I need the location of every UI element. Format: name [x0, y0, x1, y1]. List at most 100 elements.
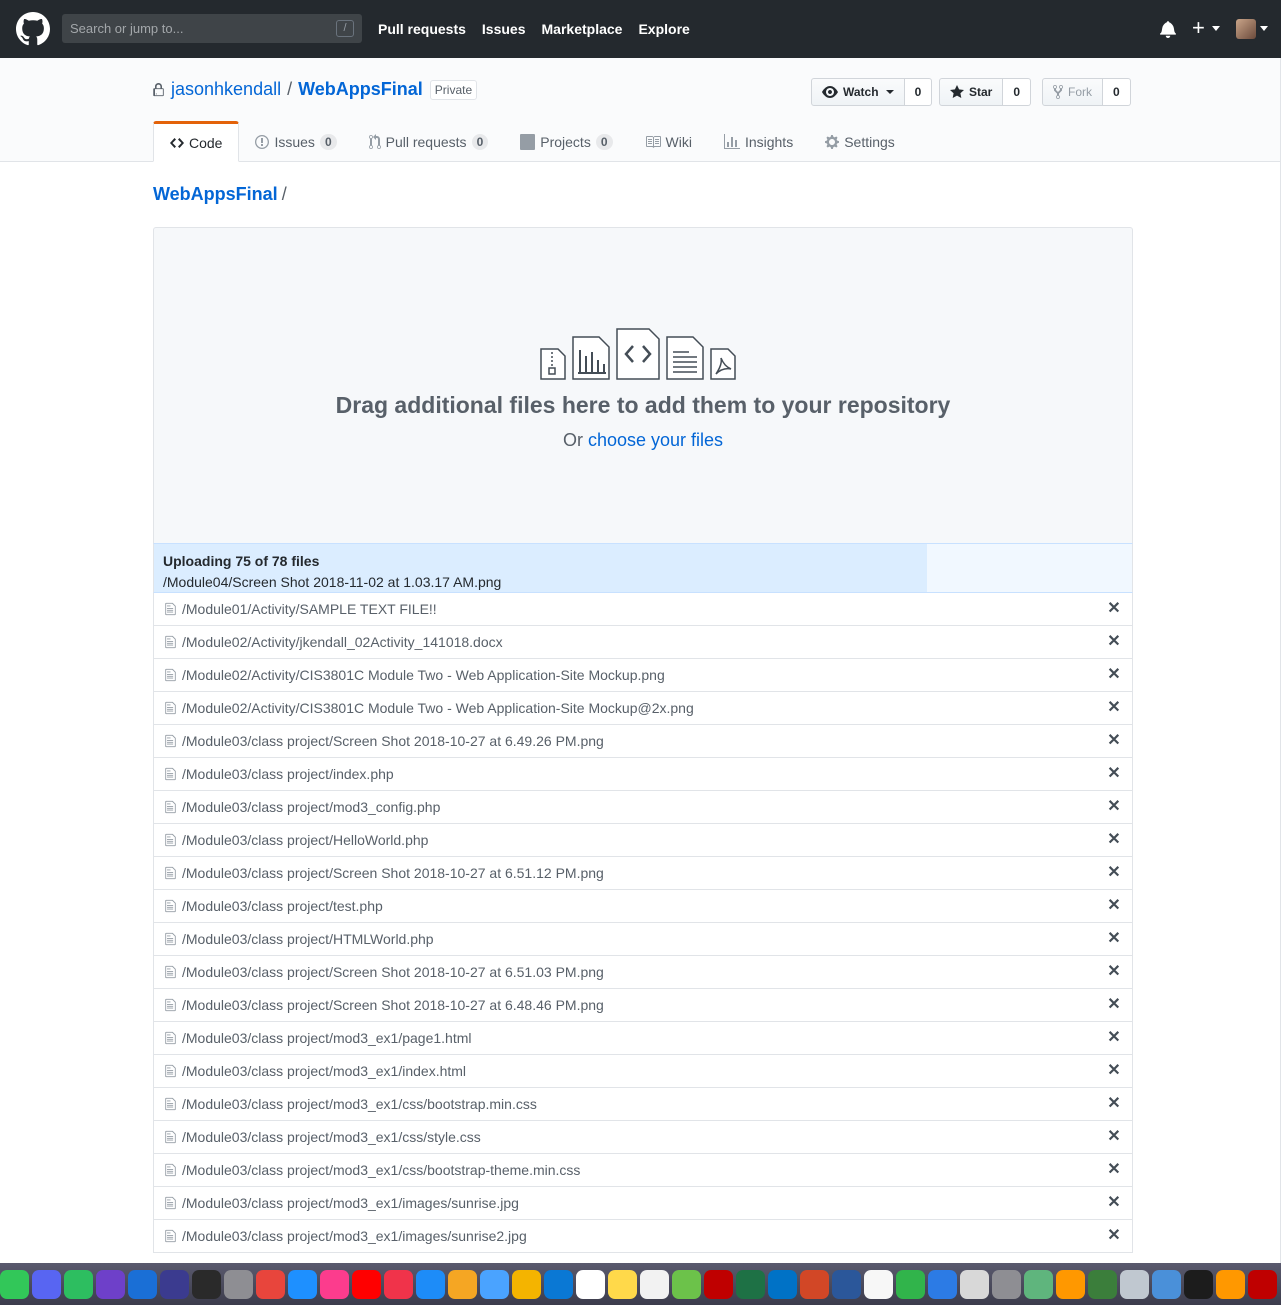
photos-app-icon[interactable] — [448, 1269, 477, 1299]
atom-app-icon[interactable] — [1024, 1269, 1053, 1299]
tab-wiki[interactable]: Wiki — [629, 121, 708, 162]
network-app-icon[interactable] — [1152, 1269, 1181, 1299]
youtube-app-icon[interactable] — [352, 1269, 381, 1299]
nav-explore[interactable]: Explore — [638, 21, 689, 37]
list-item: /Module03/class project/mod3_ex1/css/sty… — [154, 1121, 1132, 1154]
watch-button[interactable]: Watch — [811, 78, 905, 106]
nav-issues[interactable]: Issues — [482, 21, 526, 37]
watch-count[interactable]: 0 — [904, 78, 933, 106]
fork-count[interactable]: 0 — [1103, 78, 1131, 106]
remove-file-icon[interactable]: ✕ — [1106, 1030, 1122, 1046]
safari-app-icon[interactable] — [288, 1269, 317, 1299]
remove-file-icon[interactable]: ✕ — [1106, 700, 1122, 716]
notes-app-icon[interactable] — [608, 1269, 637, 1299]
tab-code[interactable]: Code — [153, 121, 240, 162]
filezilla-pro-app-icon[interactable] — [1248, 1269, 1277, 1299]
remove-file-icon[interactable]: ✕ — [1106, 1096, 1122, 1112]
breadcrumb-separator: / — [281, 184, 287, 204]
list-item: /Module03/class project/mod3_ex1/index.h… — [154, 1055, 1132, 1088]
finder-window-app-icon[interactable] — [1120, 1269, 1149, 1299]
remove-file-icon[interactable]: ✕ — [1106, 1129, 1122, 1145]
remove-file-icon[interactable]: ✕ — [1106, 634, 1122, 650]
star-button[interactable]: Star — [939, 78, 1004, 106]
remove-file-icon[interactable]: ✕ — [1106, 964, 1122, 980]
nav-pull-requests[interactable]: Pull requests — [378, 21, 466, 37]
app-store-app-icon[interactable] — [416, 1269, 445, 1299]
system-preferences-app-icon[interactable] — [992, 1269, 1021, 1299]
tab-insights[interactable]: Insights — [708, 121, 809, 162]
sublime-app-icon[interactable] — [1056, 1269, 1085, 1299]
file-icon — [165, 1229, 176, 1243]
repo-owner-link[interactable]: jasonhkendall — [171, 79, 281, 100]
discord-app-icon[interactable] — [32, 1269, 61, 1299]
remove-file-icon[interactable]: ✕ — [1106, 898, 1122, 914]
remove-file-icon[interactable]: ✕ — [1106, 1162, 1122, 1178]
messenger-app-icon[interactable] — [480, 1269, 509, 1299]
user-avatar[interactable] — [1236, 19, 1256, 39]
file-icon — [165, 635, 176, 649]
keynote-app-icon[interactable] — [928, 1269, 957, 1299]
sublime-text-app-icon[interactable] — [1216, 1269, 1245, 1299]
pdf-file-icon — [710, 348, 736, 380]
textedit-app-icon[interactable] — [864, 1269, 893, 1299]
remove-file-icon[interactable]: ✕ — [1106, 865, 1122, 881]
remove-file-icon[interactable]: ✕ — [1106, 733, 1122, 749]
remove-file-icon[interactable]: ✕ — [1106, 1228, 1122, 1244]
outlook-app-icon[interactable] — [768, 1269, 797, 1299]
breadcrumb-root-link[interactable]: WebAppsFinal — [153, 184, 278, 204]
terminal-app-icon[interactable] — [1184, 1269, 1213, 1299]
file-name: /Module03/class project/mod3_ex1/css/sty… — [182, 1129, 481, 1145]
tab-issues[interactable]: Issues 0 — [239, 121, 352, 162]
preview-app-icon[interactable] — [960, 1269, 989, 1299]
calendar-app-icon[interactable] — [576, 1269, 605, 1299]
numbers-app-icon[interactable] — [896, 1269, 925, 1299]
launchpad-app-icon[interactable] — [224, 1269, 253, 1299]
file-drop-zone[interactable]: Drag additional files here to add them t… — [153, 227, 1133, 544]
powerpoint-app-icon[interactable] — [800, 1269, 829, 1299]
list-item: /Module03/class project/Screen Shot 2018… — [154, 989, 1132, 1022]
choose-files-link[interactable]: choose your files — [588, 430, 723, 450]
evernote-app-icon[interactable] — [64, 1269, 93, 1299]
create-new-button[interactable]: + — [1192, 17, 1205, 39]
repo-name-link[interactable]: WebAppsFinal — [298, 79, 423, 100]
tab-projects-count: 0 — [595, 133, 613, 150]
notifications-bell-icon[interactable] — [1160, 20, 1176, 38]
chrome-app-icon[interactable] — [256, 1269, 285, 1299]
remove-file-icon[interactable]: ✕ — [1106, 1063, 1122, 1079]
github-logo-icon[interactable] — [16, 12, 50, 46]
anaconda-app-icon[interactable] — [1088, 1269, 1117, 1299]
file-icon — [165, 1163, 176, 1177]
filezilla-app-icon[interactable] — [704, 1269, 733, 1299]
remove-file-icon[interactable]: ✕ — [1106, 667, 1122, 683]
maps-app-icon[interactable] — [672, 1269, 701, 1299]
1password-app-icon[interactable] — [128, 1269, 157, 1299]
star-count[interactable]: 0 — [1003, 78, 1032, 106]
tab-settings[interactable]: Settings — [809, 121, 911, 162]
remove-file-icon[interactable]: ✕ — [1106, 1195, 1122, 1211]
remove-file-icon[interactable]: ✕ — [1106, 601, 1122, 617]
messages-app-icon[interactable] — [0, 1269, 29, 1299]
fork-button[interactable]: Fork — [1042, 78, 1103, 106]
reminders-app-icon[interactable] — [640, 1269, 669, 1299]
remove-file-icon[interactable]: ✕ — [1106, 799, 1122, 815]
github-desktop-app-icon[interactable] — [96, 1269, 125, 1299]
reeder-app-icon[interactable] — [512, 1269, 541, 1299]
dashboard-app-icon[interactable] — [192, 1269, 221, 1299]
search-input[interactable]: Search or jump to... / — [62, 14, 362, 43]
remove-file-icon[interactable]: ✕ — [1106, 997, 1122, 1013]
news-app-icon[interactable] — [384, 1269, 413, 1299]
tab-pull-requests[interactable]: Pull requests 0 — [353, 121, 505, 162]
itunes-app-icon[interactable] — [320, 1269, 349, 1299]
remove-file-icon[interactable]: ✕ — [1106, 766, 1122, 782]
list-item: /Module02/Activity/CIS3801C Module Two -… — [154, 659, 1132, 692]
siri-app-icon[interactable] — [160, 1269, 189, 1299]
tab-projects[interactable]: Projects 0 — [504, 121, 628, 162]
nav-marketplace[interactable]: Marketplace — [542, 21, 623, 37]
remove-file-icon[interactable]: ✕ — [1106, 832, 1122, 848]
word-app-icon[interactable] — [832, 1269, 861, 1299]
create-new-caret-icon — [1212, 26, 1220, 31]
excel-app-icon[interactable] — [736, 1269, 765, 1299]
tab-code-label: Code — [189, 134, 223, 151]
remove-file-icon[interactable]: ✕ — [1106, 931, 1122, 947]
onedrive-app-icon[interactable] — [544, 1269, 573, 1299]
